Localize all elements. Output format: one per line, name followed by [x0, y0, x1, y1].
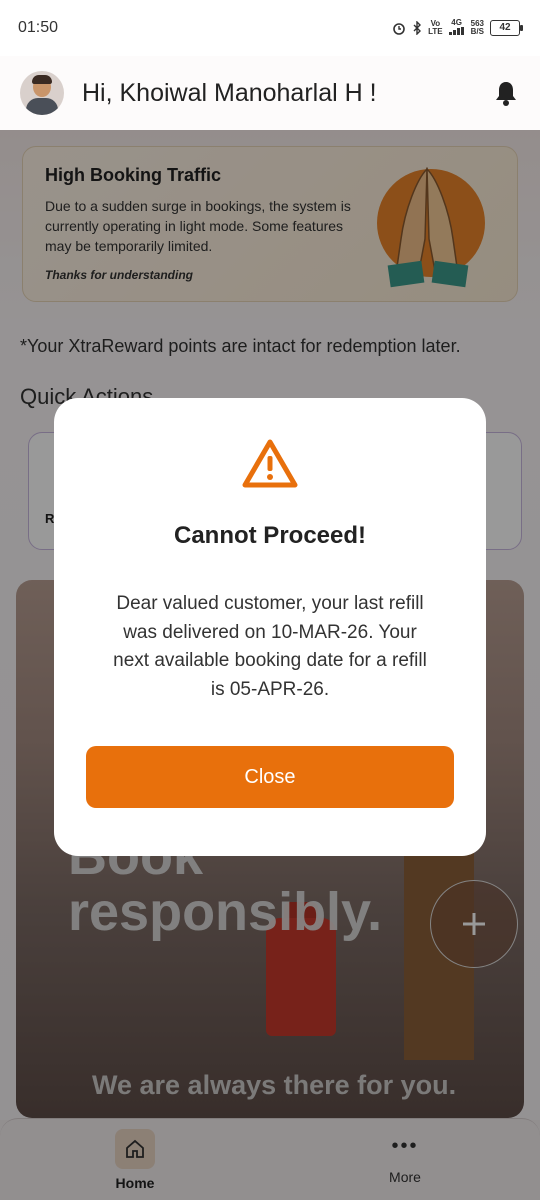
- signal-indicator: 4G: [448, 19, 465, 37]
- greeting-text: Hi, Khoiwal Manoharlal H !: [82, 78, 377, 107]
- error-dialog: Cannot Proceed! Dear valued customer, yo…: [54, 398, 486, 856]
- dialog-title: Cannot Proceed!: [173, 522, 367, 549]
- app-header: Hi, Khoiwal Manoharlal H !: [0, 56, 540, 130]
- bluetooth-icon: [413, 21, 422, 35]
- avatar[interactable]: [20, 71, 64, 115]
- dialog-message: Dear valued customer, your last refill w…: [113, 593, 427, 700]
- close-button[interactable]: Close: [86, 746, 454, 808]
- alarm-icon: [393, 23, 405, 35]
- status-icons: Vo LTE 4G 563 B/S 42: [392, 19, 523, 37]
- status-bar: 01:50 Vo LTE 4G 563 B/S 42: [0, 0, 540, 56]
- warning-icon: [242, 439, 298, 488]
- battery-icon: 42: [490, 20, 523, 36]
- status-time: 01:50: [18, 19, 59, 36]
- volte-indicator: Vo LTE: [428, 19, 443, 36]
- signal-icon: [448, 27, 464, 35]
- net-speed: 563 B/S: [470, 19, 484, 36]
- bell-icon[interactable]: [492, 79, 520, 107]
